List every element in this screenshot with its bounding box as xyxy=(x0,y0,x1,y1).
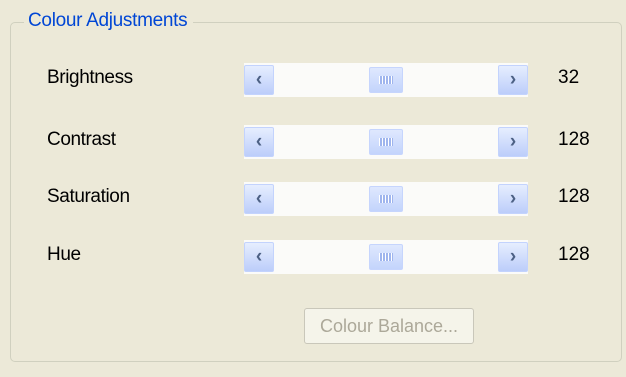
saturation-slider[interactable]: ‹ › xyxy=(244,182,528,216)
saturation-row: Saturation ‹ › 128 xyxy=(0,182,626,216)
brightness-row: Brightness ‹ › 32 xyxy=(0,63,626,97)
hue-row: Hue ‹ › 128 xyxy=(0,240,626,274)
scroll-left-arrow-icon[interactable]: ‹ xyxy=(244,184,274,214)
contrast-slider-thumb[interactable] xyxy=(369,129,403,155)
scroll-right-arrow-icon[interactable]: › xyxy=(498,184,528,214)
scroll-left-arrow-icon[interactable]: ‹ xyxy=(244,65,274,95)
grip-icon xyxy=(379,138,393,146)
brightness-slider[interactable]: ‹ › xyxy=(244,63,528,97)
groupbox-title: Colour Adjustments xyxy=(24,10,194,32)
hue-slider[interactable]: ‹ › xyxy=(244,240,528,274)
brightness-value: 32 xyxy=(558,67,580,88)
grip-icon xyxy=(379,195,393,203)
saturation-slider-thumb[interactable] xyxy=(369,186,403,212)
grip-icon xyxy=(379,253,393,261)
scroll-right-arrow-icon[interactable]: › xyxy=(498,242,528,272)
scroll-left-arrow-icon[interactable]: ‹ xyxy=(244,127,274,157)
hue-slider-thumb[interactable] xyxy=(369,244,403,270)
scroll-right-arrow-icon[interactable]: › xyxy=(498,65,528,95)
saturation-value: 128 xyxy=(558,186,590,207)
hue-value: 128 xyxy=(558,244,590,265)
hue-label: Hue xyxy=(47,244,81,265)
contrast-label: Contrast xyxy=(47,129,116,150)
contrast-value: 128 xyxy=(558,129,590,150)
scroll-right-arrow-icon[interactable]: › xyxy=(498,127,528,157)
contrast-slider[interactable]: ‹ › xyxy=(244,125,528,159)
colour-balance-button[interactable]: Colour Balance... xyxy=(304,308,474,344)
brightness-label: Brightness xyxy=(47,67,133,88)
saturation-label: Saturation xyxy=(47,186,130,207)
scroll-left-arrow-icon[interactable]: ‹ xyxy=(244,242,274,272)
grip-icon xyxy=(379,76,393,84)
contrast-row: Contrast ‹ › 128 xyxy=(0,125,626,159)
colour-adjustments-panel: Colour Adjustments Brightness ‹ › 32 Con… xyxy=(0,0,626,377)
brightness-slider-thumb[interactable] xyxy=(369,67,403,93)
